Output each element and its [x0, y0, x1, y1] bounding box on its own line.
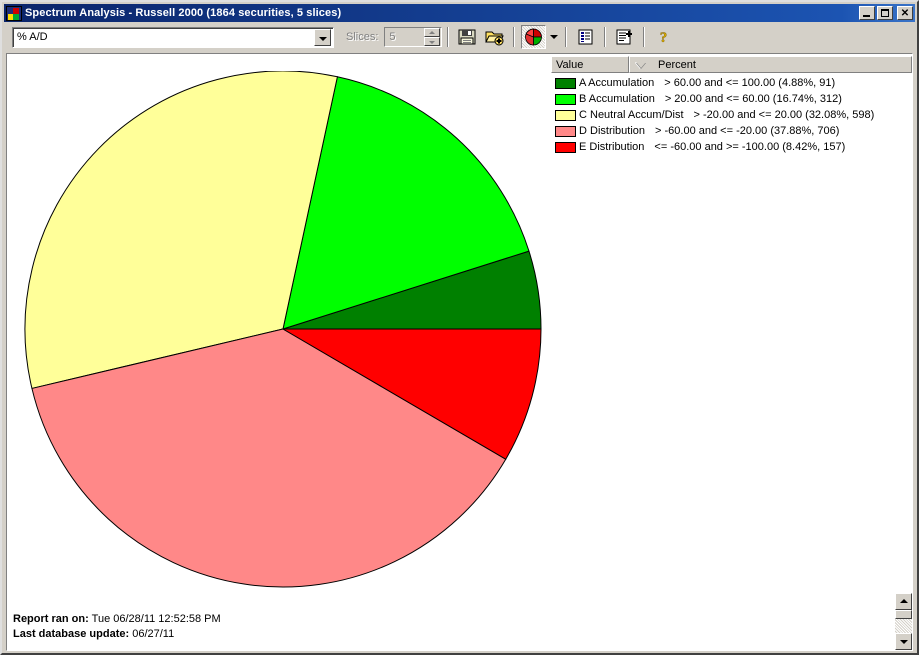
vertical-scrollbar[interactable]	[895, 593, 912, 650]
legend-item-label: C Neutral Accum/Dist	[579, 109, 684, 121]
legend-item-label: B Accumulation	[579, 93, 655, 105]
report-list-icon	[578, 29, 593, 45]
legend-item[interactable]: B Accumulation > 20.00 and <= 60.00 (16.…	[551, 91, 912, 107]
title-bar: Spectrum Analysis - Russell 2000 (1864 s…	[4, 4, 915, 22]
open-add-button[interactable]	[482, 25, 507, 49]
spectrum-analysis-window: Spectrum Analysis - Russell 2000 (1864 s…	[0, 0, 919, 655]
legend-item[interactable]: E Distribution <= -60.00 and >= -100.00 …	[551, 139, 912, 155]
spin-up-icon[interactable]	[424, 28, 441, 37]
report-ran-on-label: Report ran on:	[13, 613, 89, 625]
close-button[interactable]: ✕	[897, 6, 913, 20]
legend: Value Percent A Accumulation > 60.00 and…	[551, 56, 912, 155]
legend-item-desc: > 20.00 and <= 60.00 (16.74%, 312)	[664, 93, 842, 105]
legend-item[interactable]: D Distribution > -60.00 and <= -20.00 (3…	[551, 123, 912, 139]
legend-column-percent-label: Percent	[658, 58, 696, 71]
window-title: Spectrum Analysis - Russell 2000 (1864 s…	[25, 7, 342, 19]
minimize-button[interactable]	[859, 6, 875, 20]
toolbar-separator	[643, 27, 646, 47]
metric-select[interactable]: % A/D	[12, 26, 334, 48]
metric-select-value: % A/D	[17, 31, 48, 43]
close-icon: ✕	[900, 8, 910, 19]
legend-item[interactable]: A Accumulation > 60.00 and <= 100.00 (4.…	[551, 75, 912, 91]
slices-value: 5	[389, 31, 396, 43]
pie-chart-icon	[525, 28, 543, 46]
last-update-label: Last database update:	[13, 628, 130, 640]
svg-text:?: ?	[660, 30, 668, 46]
pie-chart-icon	[6, 5, 22, 21]
legend-swatch	[555, 141, 576, 153]
legend-item-desc: <= -60.00 and >= -100.00 (8.42%, 157)	[654, 141, 846, 153]
report-client-area: Value Percent A Accumulation > 60.00 and…	[6, 53, 913, 651]
toolbar-separator	[447, 27, 450, 47]
toolbar-separator	[604, 27, 607, 47]
chart-type-dropdown-button[interactable]	[547, 25, 560, 49]
report-list-button[interactable]	[573, 25, 598, 49]
legend-item-label: A Accumulation	[579, 77, 655, 89]
chevron-down-icon[interactable]	[314, 28, 331, 46]
question-mark-icon: ?	[660, 30, 668, 46]
last-update-line: Last database update: 06/27/11	[13, 627, 221, 642]
pie-chart-svg[interactable]	[23, 70, 543, 591]
report-ran-on-value: Tue 06/28/11 12:52:58 PM	[91, 613, 221, 625]
report-add-button[interactable]	[612, 25, 637, 49]
toolbar-separator	[565, 27, 568, 47]
legend-swatch	[555, 77, 576, 89]
legend-column-value[interactable]: Value	[551, 56, 629, 73]
slices-label: Slices:	[346, 31, 379, 43]
slices-spin-buttons[interactable]	[424, 28, 441, 46]
floppy-disk-icon	[458, 29, 476, 45]
scrollbar-thumb[interactable]	[895, 610, 912, 619]
last-update-value: 06/27/11	[132, 628, 175, 640]
minimize-icon	[863, 15, 870, 17]
save-button[interactable]	[455, 25, 480, 49]
help-button[interactable]: ?	[651, 25, 676, 49]
pie-chart-view-button[interactable]	[521, 25, 547, 49]
legend-item-label: D Distribution	[579, 125, 646, 137]
legend-swatch	[555, 93, 576, 105]
maximize-icon	[881, 9, 889, 17]
maximize-button[interactable]	[877, 6, 893, 20]
scroll-up-button[interactable]	[895, 593, 912, 610]
legend-item-desc: > 60.00 and <= 100.00 (4.88%, 91)	[664, 77, 836, 89]
sort-descending-icon	[636, 61, 646, 68]
legend-column-percent[interactable]: Percent	[629, 56, 912, 73]
report-footer: Report ran on: Tue 06/28/11 12:52:58 PM …	[13, 612, 221, 642]
scrollbar-track[interactable]	[895, 619, 912, 633]
window-controls: ✕	[859, 6, 914, 20]
report-ran-on-line: Report ran on: Tue 06/28/11 12:52:58 PM	[13, 612, 221, 627]
legend-item-desc: > -60.00 and <= -20.00 (37.88%, 706)	[655, 125, 840, 137]
legend-swatch	[555, 125, 576, 137]
legend-swatch	[555, 109, 576, 121]
scroll-down-button[interactable]	[895, 633, 912, 650]
legend-rows: A Accumulation > 60.00 and <= 100.00 (4.…	[551, 73, 912, 155]
legend-item-label: E Distribution	[579, 141, 645, 153]
report-add-icon	[616, 29, 633, 45]
pie-chart	[23, 70, 543, 591]
toolbar-separator	[513, 27, 516, 47]
legend-item[interactable]: C Neutral Accum/Dist > -20.00 and <= 20.…	[551, 107, 912, 123]
legend-header: Value Percent	[551, 56, 912, 73]
spin-down-icon[interactable]	[424, 37, 441, 46]
toolbar: % A/D Slices: 5 ?	[4, 22, 915, 52]
slices-stepper[interactable]: 5	[384, 27, 443, 47]
legend-item-desc: > -20.00 and <= 20.00 (32.08%, 598)	[693, 109, 875, 121]
folder-add-icon	[485, 31, 505, 46]
